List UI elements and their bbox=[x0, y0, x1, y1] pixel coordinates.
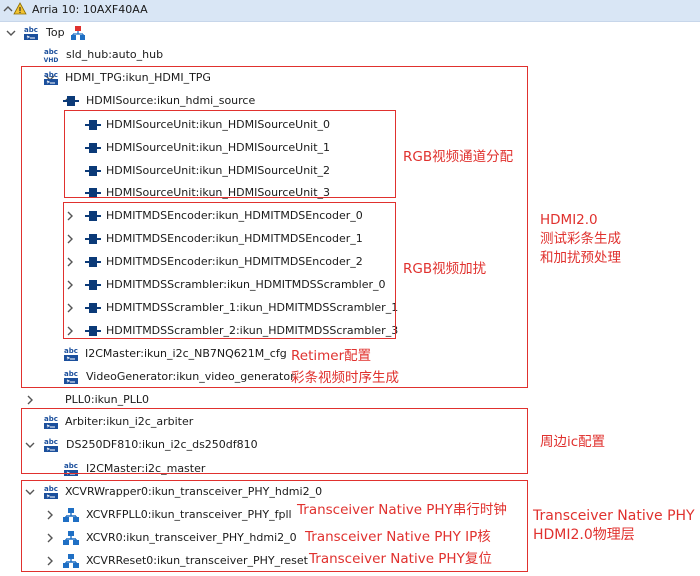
annotation-phy-ip-core: Transceiver Native PHY IP核 bbox=[305, 529, 491, 545]
tree-node-label: Top bbox=[46, 26, 65, 39]
box-source-units bbox=[64, 110, 396, 198]
annotation-phy-reset: Transceiver Native PHY复位 bbox=[309, 551, 492, 567]
tree-node[interactable]: abc VHD sld_hub:auto_hub bbox=[0, 44, 700, 66]
warning-icon bbox=[13, 2, 29, 18]
chevron-down-icon[interactable] bbox=[6, 27, 16, 39]
tree-node-label: PLL0:ikun_PLL0 bbox=[65, 393, 150, 406]
annotation-rgb-scramble: RGB视频加扰 bbox=[403, 261, 487, 277]
tree-node-label: sld_hub:auto_hub bbox=[66, 48, 164, 61]
annotation-hdmi-line1: HDMI2.0 bbox=[540, 212, 598, 228]
hierarchy-icon bbox=[71, 26, 87, 42]
abc-vhd-icon: abc VHD bbox=[43, 47, 59, 63]
annotation-peripheral-ic: 周边ic配置 bbox=[540, 434, 606, 450]
annotation-rgb-channel: RGB视频通道分配 bbox=[403, 149, 514, 165]
chevron-right-icon[interactable] bbox=[25, 394, 35, 406]
device-title: Arria 10: 10AXF40AA bbox=[32, 3, 148, 16]
svg-text:abc: abc bbox=[24, 26, 38, 34]
tree-node[interactable]: abc Top bbox=[0, 22, 700, 44]
box-tmds bbox=[63, 202, 396, 339]
annotation-phy-serial-clock: Transceiver Native PHY串行时钟 bbox=[297, 502, 507, 518]
annotation-phy-line2: HDMI2.0物理层 bbox=[533, 527, 635, 543]
abc-icon: abc bbox=[23, 25, 39, 41]
annotation-retimer: Retimer配置 bbox=[291, 348, 372, 364]
annotation-phy-line1: Transceiver Native PHY bbox=[533, 508, 695, 524]
svg-text:abc: abc bbox=[44, 48, 58, 56]
box-i2c-peripherals bbox=[21, 408, 528, 474]
device-header-row[interactable]: Arria 10: 10AXF40AA bbox=[0, 0, 700, 22]
annotation-hdmi-line3: 和加扰预处理 bbox=[540, 250, 621, 266]
annotation-hdmi-line2: 测试彩条生成 bbox=[540, 231, 621, 247]
hierarchy-tree-panel: Arria 10: 10AXF40AA abc Top abc VHD sld_hub:a… bbox=[0, 0, 700, 576]
chevron-up-icon[interactable] bbox=[3, 3, 13, 15]
annotation-colorbar-timing: 彩条视频时序生成 bbox=[291, 370, 399, 386]
svg-text:VHD: VHD bbox=[44, 57, 59, 63]
